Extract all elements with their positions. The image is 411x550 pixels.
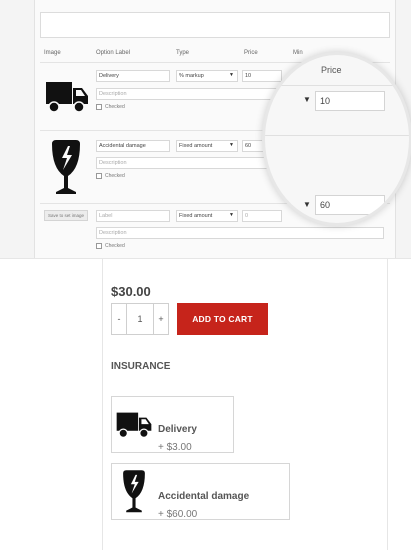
insurance-option-accidental-damage[interactable]: Accidental damage + $60.00 [111, 463, 290, 520]
set-image-button[interactable]: Save to set image [44, 210, 88, 221]
header-type: Type [176, 50, 190, 56]
product-price: $30.00 [111, 284, 151, 299]
checked-checkbox[interactable] [96, 173, 102, 179]
option-type-select[interactable]: % markup ▼ [176, 70, 238, 82]
magnifier-price-input[interactable]: 10 [315, 91, 385, 111]
option-type-value: % markup [179, 73, 204, 79]
option-text: Delivery + $3.00 [158, 419, 233, 455]
option-name: Accidental damage [158, 491, 250, 502]
option-name: Delivery [158, 424, 197, 435]
delivery-truck-icon [115, 409, 153, 441]
option-type-value: Fixed amount [179, 213, 213, 219]
option-price: + $60.00 [158, 509, 198, 520]
header-image: Image [44, 50, 61, 56]
header-price: Price [244, 50, 258, 56]
chevron-down-icon: ▼ [229, 72, 234, 78]
header-option-label: Option Label [96, 50, 131, 56]
chevron-down-icon: ▼ [303, 200, 311, 209]
chevron-down-icon: ▼ [303, 95, 311, 104]
add-to-cart-button[interactable]: ADD TO CART [177, 303, 268, 335]
broken-glass-icon [120, 467, 148, 517]
option-label-input[interactable]: Delivery [96, 70, 170, 82]
option-type-value: Fixed amount [179, 143, 213, 149]
option-price-input[interactable]: 0 [242, 210, 282, 222]
chevron-down-icon: ▼ [229, 142, 234, 148]
price-magnifier: Price ▼ 10 ▼ 60 [262, 52, 411, 226]
magnifier-divider [265, 85, 409, 86]
broken-glass-icon[interactable] [48, 138, 84, 198]
quantity-minus-button[interactable]: - [111, 303, 127, 335]
magnifier-divider [265, 135, 409, 136]
insurance-option-delivery[interactable]: Delivery + $3.00 [111, 396, 234, 453]
option-price-input[interactable]: 10 [242, 70, 282, 82]
option-label-input[interactable]: Accidental damage [96, 140, 170, 152]
checked-label: Checked [105, 104, 125, 110]
option-label-input[interactable]: Label [96, 210, 170, 222]
checked-label: Checked [105, 173, 125, 179]
product-panel: $30.00 - 1 + ADD TO CART INSURANCE Deliv… [0, 258, 411, 550]
option-price: + $3.00 [158, 442, 192, 453]
option-type-select[interactable]: Fixed amount ▼ [176, 140, 238, 152]
magnifier-price-input[interactable]: 60 [315, 195, 385, 215]
column-divider [387, 259, 388, 550]
section-title-insurance: INSURANCE [111, 361, 171, 372]
quantity-input[interactable]: 1 [127, 303, 153, 335]
delivery-truck-icon[interactable] [44, 78, 90, 116]
chevron-down-icon: ▼ [229, 212, 234, 218]
admin-top-field[interactable] [40, 12, 390, 38]
option-description-input[interactable]: Description [96, 88, 296, 100]
admin-options-panel: Image Option Label Type Price Min Delive… [0, 0, 411, 258]
quantity-plus-button[interactable]: + [153, 303, 169, 335]
option-type-select[interactable]: Fixed amount ▼ [176, 210, 238, 222]
checked-checkbox[interactable] [96, 104, 102, 110]
option-description-input[interactable]: Description [96, 227, 384, 239]
option-text: Accidental damage + $60.00 [158, 486, 289, 522]
checked-label: Checked [105, 243, 125, 249]
checked-checkbox[interactable] [96, 243, 102, 249]
magnifier-price-header: Price [321, 65, 342, 75]
header-min: Min [293, 50, 303, 56]
column-divider [102, 259, 103, 550]
